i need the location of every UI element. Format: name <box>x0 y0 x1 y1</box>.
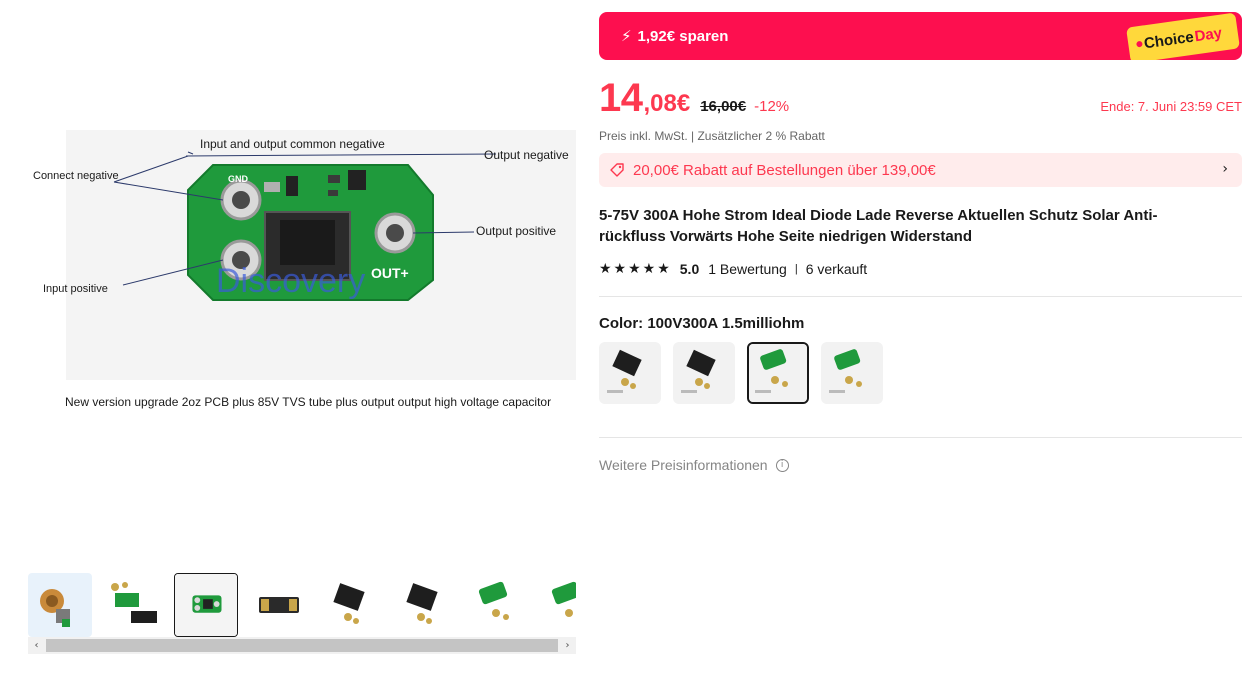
thumbnail-7[interactable] <box>466 573 530 637</box>
more-info-label: Weitere Preisinformationen <box>599 457 768 473</box>
thumbnail-8[interactable] <box>539 573 576 637</box>
variant-option-1[interactable] <box>599 342 661 404</box>
tax-note: Preis inkl. MwSt. | Zusätzlicher 2 % Rab… <box>599 129 825 143</box>
thumbnail-1[interactable] <box>28 573 92 637</box>
label-output-positive: Output positive <box>476 224 556 238</box>
label-output-negative: Output negative <box>484 148 569 162</box>
sale-end-time: Ende: 7. Juni 23:59 CET <box>1100 99 1242 114</box>
thumbnail-4[interactable] <box>247 573 311 637</box>
variant-selector <box>599 342 883 404</box>
more-price-info[interactable]: Weitere Preisinformationen i <box>599 457 789 473</box>
divider <box>599 437 1242 438</box>
original-price: 16,00€ <box>700 98 747 115</box>
coupon-bar[interactable]: 20,00€ Rabatt auf Bestellungen über 139,… <box>599 153 1242 187</box>
price-row: 14 ,08€ 16,00€ -12% <box>599 76 789 121</box>
variant-option-3[interactable] <box>747 342 809 404</box>
savings-banner: ⚡ 1,92€ sparen Choice Day <box>599 12 1242 60</box>
thumbnail-2[interactable] <box>101 573 165 637</box>
separator: | <box>794 263 798 275</box>
thumbnail-3[interactable] <box>174 573 238 637</box>
coupon-text: 20,00€ Rabatt auf Bestellungen über 139,… <box>633 161 936 179</box>
bolt-icon: ⚡ <box>621 28 632 45</box>
scroll-left-icon[interactable]: ‹ <box>28 637 45 654</box>
image-caption: New version upgrade 2oz PCB plus 85V TVS… <box>65 395 552 409</box>
scrollbar-thumb[interactable] <box>46 639 558 652</box>
choice-day-tag: Choice Day <box>1126 12 1240 60</box>
label-input-positive: Input positive <box>43 283 108 295</box>
thumbnail-strip <box>28 570 576 640</box>
divider <box>599 296 1242 297</box>
variant-option-4[interactable] <box>821 342 883 404</box>
choice-label: Choice <box>1142 28 1195 52</box>
watermark-text: Discovery <box>216 262 365 300</box>
star-rating-icon: ★★★★★ <box>599 261 672 277</box>
label-connect-negative: Connect negative <box>33 170 119 182</box>
thumbnail-6[interactable] <box>393 573 457 637</box>
savings-text: 1,92€ sparen <box>637 27 729 45</box>
product-title: 5-75V 300A Hohe Strom Ideal Diode Lade R… <box>599 207 1158 245</box>
reviews-link[interactable]: 1 Bewertung <box>708 261 787 277</box>
silk-out-label: OUT+ <box>371 265 409 281</box>
main-product-image[interactable]: GND OUT+ Discovery Input and output comm… <box>28 120 576 420</box>
info-icon[interactable]: i <box>775 458 789 472</box>
discount-badge: -12% <box>754 98 790 115</box>
sold-count: 6 verkauft <box>805 261 868 277</box>
label-common-negative: Input and output common negative <box>200 137 385 151</box>
price-integer: 14 <box>599 76 643 120</box>
rating-row: ★★★★★ 5.0 1 Bewertung | 6 verkauft <box>599 261 867 277</box>
tag-icon <box>610 163 624 177</box>
choice-day-label: Day <box>1193 24 1224 45</box>
variant-option-2[interactable] <box>673 342 735 404</box>
thumbnail-5[interactable] <box>320 573 384 637</box>
color-label: Color: 100V300A 1.5milliohm <box>599 315 805 332</box>
rating-score: 5.0 <box>679 261 700 277</box>
thumbnail-scrollbar[interactable]: ‹ › <box>28 637 576 654</box>
scroll-right-icon[interactable]: › <box>559 637 576 654</box>
silk-gnd-label: GND <box>228 174 249 184</box>
chevron-right-icon: › <box>1222 161 1228 177</box>
price-decimal: ,08€ <box>643 90 691 117</box>
